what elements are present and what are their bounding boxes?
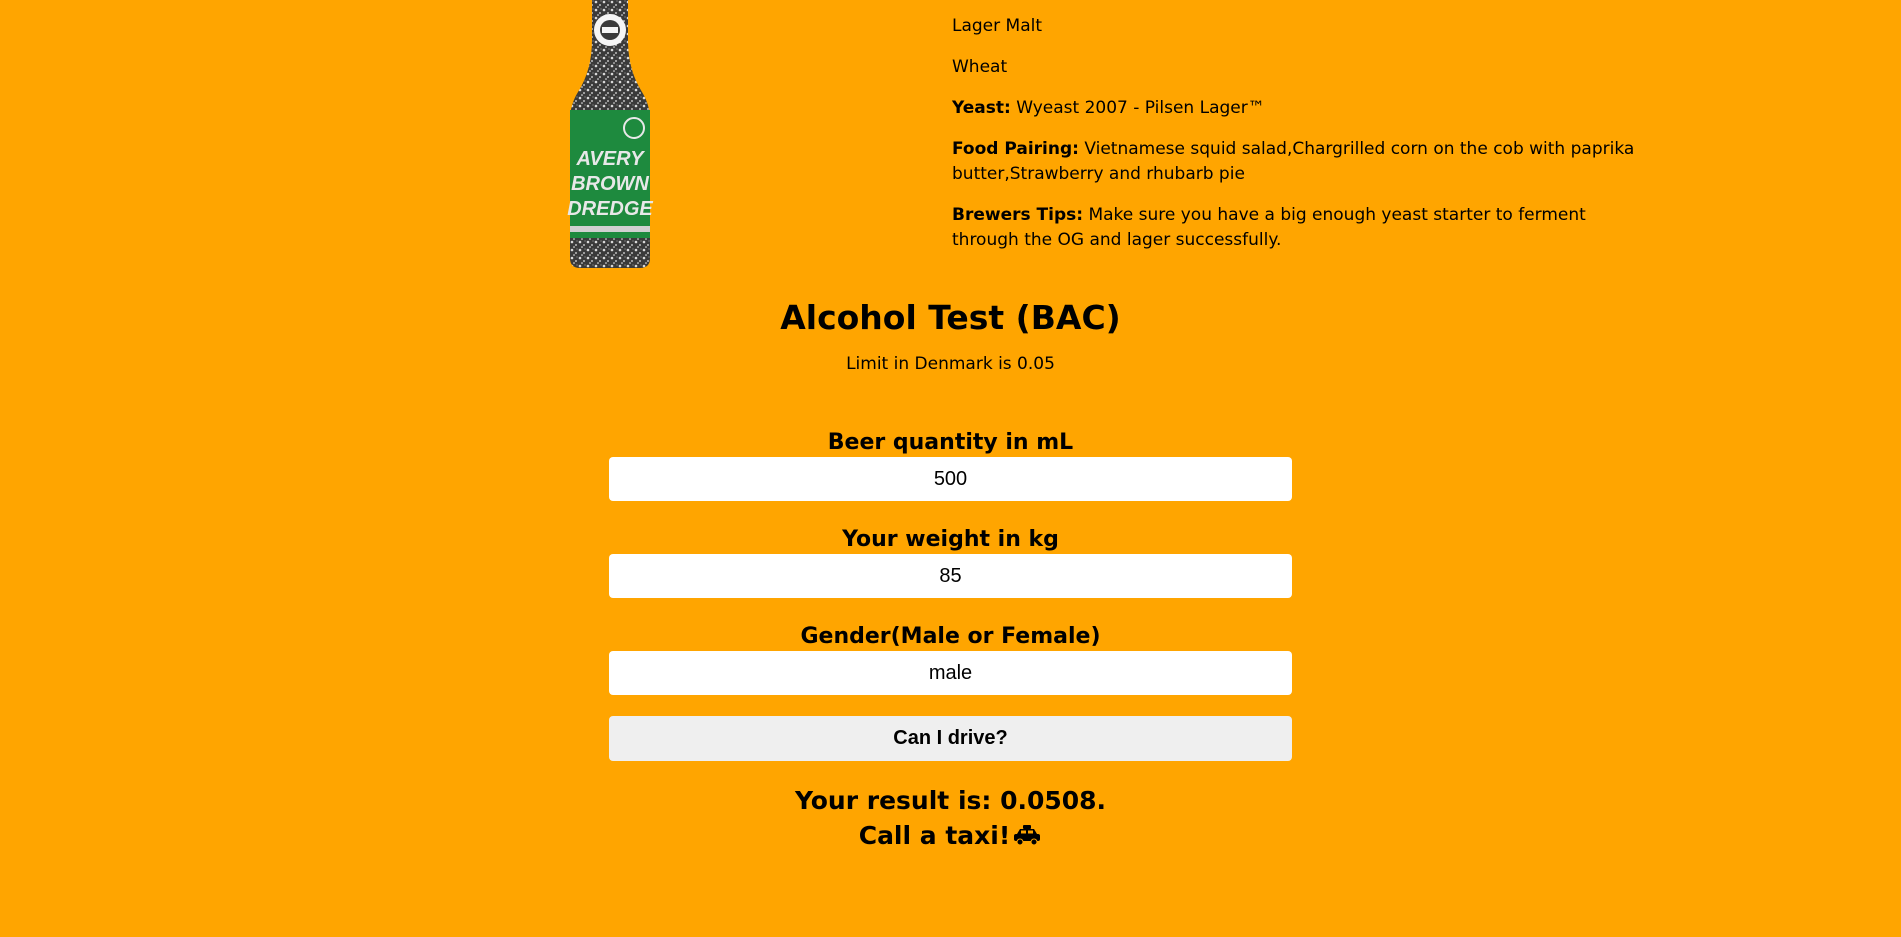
brewers-tips-line: Brewers Tips: Make sure you have a big e… <box>952 203 1642 253</box>
food-pairing-label: Food Pairing: <box>952 139 1079 159</box>
malt-item: Lager Malt <box>952 16 1043 36</box>
section-title: Alcohol Test (BAC) <box>780 298 1121 337</box>
malt-item: Wheat <box>952 57 1008 77</box>
gender-label: Gender(Male or Female) <box>800 624 1101 649</box>
result-text: Your result is: 0.0508. <box>794 786 1107 815</box>
limit-text: Limit in Denmark is 0.05 <box>846 354 1055 374</box>
alcohol-test-section: Alcohol Test (BAC) Limit in Denmark is 0… <box>0 296 1901 853</box>
verdict-text: Call a taxi! <box>858 821 1011 850</box>
quantity-label: Beer quantity in mL <box>827 430 1074 455</box>
svg-text:AVERY: AVERY <box>575 148 645 170</box>
quantity-input[interactable]: 500 <box>609 457 1292 501</box>
yeast-value: Wyeast 2007 - Pilsen Lager™ <box>1016 98 1265 118</box>
weight-label: Your weight in kg <box>842 527 1059 552</box>
yeast-line: Yeast: Wyeast 2007 - Pilsen Lager™ <box>952 96 1642 121</box>
taxi-icon <box>1014 825 1041 846</box>
gender-input[interactable]: male <box>609 651 1292 695</box>
food-pairing-line: Food Pairing: Vietnamese squid salad,Cha… <box>952 137 1642 187</box>
yeast-label: Yeast: <box>952 98 1011 118</box>
weight-input[interactable]: 85 <box>609 554 1292 598</box>
can-i-drive-button[interactable]: Can I drive? <box>609 716 1292 761</box>
brewers-tips-label: Brewers Tips: <box>952 205 1084 225</box>
svg-text:DREDGE: DREDGE <box>567 198 653 220</box>
verdict-line: Call a taxi! <box>0 818 1901 853</box>
svg-text:BROWN: BROWN <box>571 173 649 195</box>
beer-bottle-image: AVERY BROWN DREDGE <box>567 0 653 268</box>
beer-info: Lager Malt Wheat Yeast: Wyeast 2007 - Pi… <box>952 14 1642 269</box>
